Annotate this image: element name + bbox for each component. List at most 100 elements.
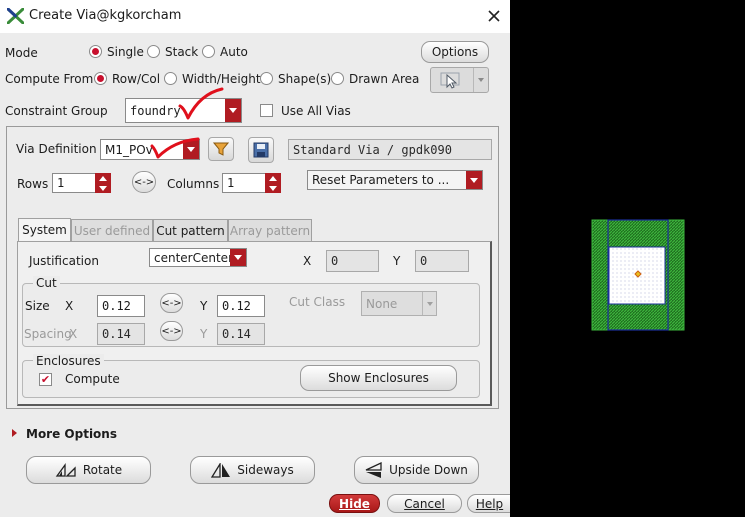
- compute-rowcol-radio[interactable]: [94, 72, 107, 85]
- justification-value: centerCenter: [154, 250, 233, 265]
- save-button[interactable]: [248, 137, 274, 163]
- via-description-field: Standard Via / gpdk090: [288, 139, 492, 160]
- mode-stack-radio[interactable]: [147, 45, 160, 58]
- compute-from-label: Compute From: [5, 72, 94, 86]
- hide-button[interactable]: Hide: [329, 494, 380, 513]
- x-logo-icon: [7, 8, 24, 24]
- justification-x-label: X: [303, 254, 312, 268]
- cut-spacing-y-label: Y: [200, 327, 208, 341]
- cut-size-x-label: X: [65, 299, 74, 313]
- cut-class-select[interactable]: None: [361, 291, 437, 316]
- mode-single-radio[interactable]: [89, 45, 102, 58]
- compute-shapes-radio[interactable]: [260, 72, 273, 85]
- options-button[interactable]: Options: [421, 41, 489, 63]
- filter-button[interactable]: [208, 137, 234, 161]
- columns-stepper[interactable]: [265, 173, 281, 193]
- window-title: Create Via@kgkorcham: [29, 8, 182, 23]
- sideways-icon: [211, 462, 231, 478]
- mode-auto-label: Auto: [220, 45, 248, 59]
- more-options-toggle[interactable]: More Options: [26, 427, 117, 441]
- cut-size-y-input[interactable]: 0.12: [217, 295, 265, 317]
- tab-array-pattern[interactable]: Array pattern: [228, 219, 312, 241]
- sideways-button[interactable]: Sideways: [190, 456, 315, 484]
- expand-arrow-icon[interactable]: [12, 429, 17, 437]
- check-mark-annotation-icon: [150, 137, 200, 159]
- reset-parameters-value: Reset Parameters to ...: [312, 173, 450, 187]
- chevron-down-icon: [473, 68, 488, 92]
- via-preview-canvas: [591, 219, 685, 331]
- cut-spacing-label: Spacing: [24, 327, 72, 341]
- rows-label: Rows: [17, 177, 49, 191]
- constraint-group-label: Constraint Group: [5, 104, 108, 118]
- cut-size-label: Size: [25, 299, 50, 313]
- chevron-down-icon: [225, 99, 241, 122]
- swap-spacing-button[interactable]: <->: [160, 321, 183, 341]
- swap-size-button[interactable]: <->: [160, 293, 183, 313]
- create-via-dialog: Create Via@kgkorcham Mode Single Stack A…: [0, 0, 510, 517]
- compute-drawnarea-radio[interactable]: [331, 72, 344, 85]
- compute-rowcol-label: Row/Col: [112, 72, 161, 86]
- save-icon: [253, 142, 269, 158]
- swap-rows-columns-button[interactable]: <->: [132, 171, 156, 193]
- rotate-icon: [55, 463, 76, 477]
- rotate-button[interactable]: Rotate: [26, 456, 151, 484]
- mode-label: Mode: [5, 46, 38, 60]
- upside-down-button[interactable]: Upside Down: [354, 456, 479, 484]
- mode-auto-radio[interactable]: [202, 45, 215, 58]
- tab-user-defined[interactable]: User defined: [71, 219, 153, 241]
- cut-spacing-x-field: 0.14: [97, 323, 145, 345]
- justification-y-field: 0: [415, 250, 469, 272]
- upside-down-icon: [365, 461, 382, 478]
- columns-input[interactable]: 1: [222, 173, 266, 193]
- close-icon[interactable]: [488, 10, 500, 22]
- rows-stepper[interactable]: [95, 173, 111, 193]
- cut-size-x-input[interactable]: 0.12: [97, 295, 145, 317]
- chevron-up-icon[interactable]: [265, 173, 281, 183]
- chevron-down-icon: [230, 249, 246, 266]
- compute-widthheight-radio[interactable]: [164, 72, 177, 85]
- use-all-vias-checkbox[interactable]: [260, 104, 273, 117]
- compute-drawnarea-label: Drawn Area: [349, 72, 420, 86]
- constraint-group-value: foundry: [130, 103, 181, 118]
- mode-stack-label: Stack: [165, 45, 199, 59]
- chevron-down-icon: [466, 171, 482, 189]
- mode-single-label: Single: [107, 45, 144, 59]
- sideways-label: Sideways: [237, 463, 294, 477]
- via-definition-label: Via Definition: [16, 142, 97, 156]
- tab-system[interactable]: System: [18, 218, 71, 241]
- justification-y-label: Y: [393, 254, 401, 268]
- title-bar: Create Via@kgkorcham: [0, 0, 510, 33]
- chevron-up-icon[interactable]: [95, 173, 111, 183]
- tab-cut-pattern[interactable]: Cut pattern: [153, 219, 228, 241]
- cut-class-label: Cut Class: [289, 295, 346, 309]
- enclosures-compute-checkbox[interactable]: ✔: [39, 373, 52, 386]
- chevron-down-icon[interactable]: [265, 183, 281, 193]
- rotate-label: Rotate: [82, 463, 123, 477]
- show-enclosures-button[interactable]: Show Enclosures: [300, 365, 457, 391]
- chevron-down-icon: [422, 292, 436, 315]
- cut-size-y-label: Y: [200, 299, 208, 313]
- cancel-button[interactable]: Cancel: [387, 494, 462, 513]
- compute-widthheight-label: Width/Height: [182, 72, 261, 86]
- enclosures-compute-label: Compute: [65, 372, 120, 386]
- via-definition-value: M1_POv: [105, 142, 153, 157]
- chevron-down-icon[interactable]: [95, 183, 111, 193]
- use-all-vias-label: Use All Vias: [281, 104, 351, 118]
- check-mark-annotation-icon: [178, 87, 224, 120]
- reset-parameters-select[interactable]: Reset Parameters to ...: [307, 170, 483, 190]
- cut-spacing-y-field: 0.14: [217, 323, 265, 345]
- justification-label: Justification: [29, 254, 99, 268]
- cut-group-title: Cut: [33, 276, 60, 290]
- filter-icon: [213, 142, 229, 156]
- justification-select[interactable]: centerCenter: [149, 248, 247, 267]
- selection-pointer-combo[interactable]: [430, 67, 489, 93]
- compute-shapes-label: Shape(s): [278, 72, 332, 86]
- help-button[interactable]: Help: [467, 494, 510, 513]
- enclosures-group-title: Enclosures: [33, 354, 104, 368]
- pointer-selection-icon: [440, 72, 460, 89]
- columns-label: Columns: [167, 177, 220, 191]
- cut-spacing-x-label: X: [69, 327, 78, 341]
- justification-x-field: 0: [326, 250, 379, 272]
- rows-input[interactable]: 1: [52, 173, 96, 193]
- upside-down-label: Upside Down: [389, 463, 468, 477]
